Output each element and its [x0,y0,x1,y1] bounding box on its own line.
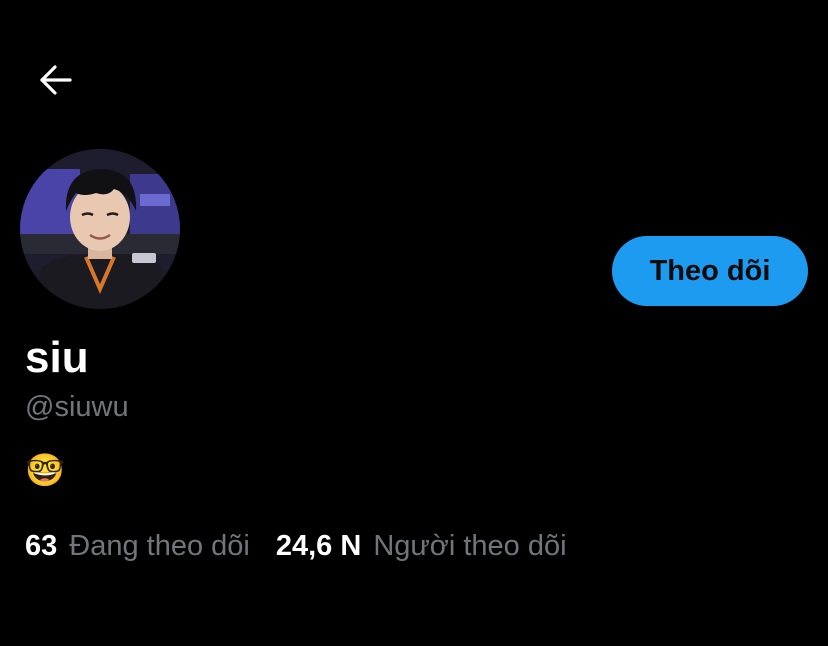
back-button[interactable] [36,60,76,100]
avatar-image [20,149,180,309]
follow-button[interactable]: Theo dõi [612,236,808,306]
profile-stats: 63 Đang theo dõi 24,6 N Người theo dõi [25,526,567,566]
display-name: siu [25,333,89,382]
followers-count: 24,6 N [275,530,362,562]
following-label: Đang theo dõi [69,530,250,562]
followers-label: Người theo dõi [373,530,567,562]
avatar[interactable] [20,149,180,309]
bio-emoji: 🤓 [25,451,65,489]
user-handle: @siuwu [25,391,129,423]
arrow-left-icon [40,65,72,95]
following-stat[interactable]: 63 Đang theo dõi [25,526,250,566]
followers-stat[interactable]: 24,6 N Người theo dõi [276,526,567,566]
following-count: 63 [25,530,58,562]
